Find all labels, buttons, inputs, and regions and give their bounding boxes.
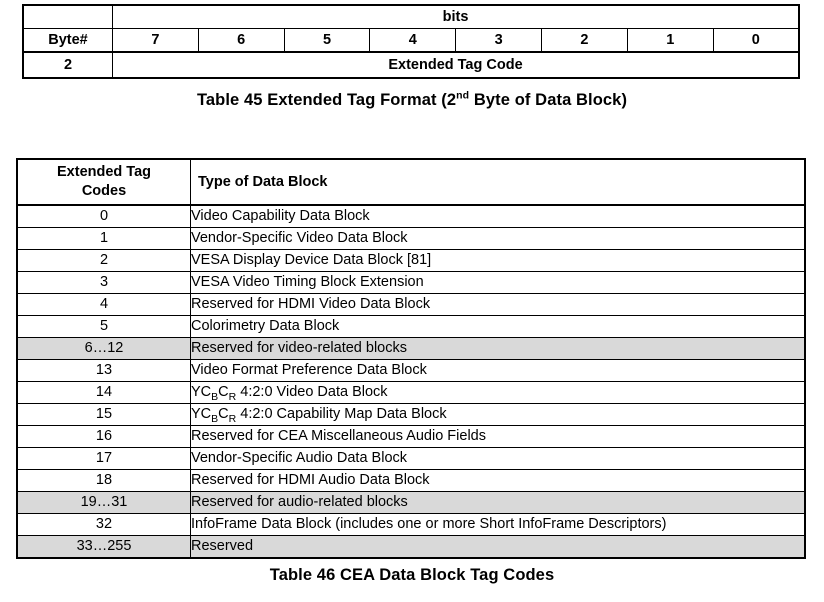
data-block-type-cell: Video Format Preference Data Block [190,359,806,382]
tag-code-cell: 14 [16,381,191,404]
table-row: 16 Reserved for CEA Miscellaneous Audio F… [16,425,806,448]
data-block-type-cell: Colorimetry Data Block [190,315,806,338]
tag-code-cell: 2 [16,249,191,272]
data-block-type-cell: Reserved for HDMI Audio Data Block [190,469,806,492]
tag-code-cell: 32 [16,513,191,536]
table-row: 3 VESA Video Timing Block Extension [16,271,806,294]
caption-45-prefix: Table 45 Extended Tag Format (2 [196,91,457,109]
byte-number-header-cell: Byte# [22,28,113,53]
extended-tag-format-table: bits Byte# 7 6 5 4 3 2 1 0 2 Extended Ta… [22,4,800,79]
data-block-type-cell: Reserved for CEA Miscellaneous Audio Fie… [190,425,806,448]
extended-tag-codes-header-cell: Extended Tag Codes [16,158,191,206]
table-row: 32 InfoFrame Data Block (includes one or … [16,513,806,536]
header-code-line-1: Extended Tag [57,164,151,180]
table-row: 0 Video Capability Data Block [16,204,806,228]
tag-code-cell: 19…31 [16,491,191,514]
header-code-line-2: Codes [81,183,127,199]
data-block-type-cell: Reserved [190,535,806,559]
data-block-type-cell: Video Capability Data Block [190,204,806,228]
bit-label-3: 3 [455,28,543,53]
data-block-type-cell: Reserved for video-related blocks [190,337,806,360]
tag-code-cell: 6…12 [16,337,191,360]
tag-code-cell: 4 [16,293,191,316]
data-block-type-cell: Vendor-Specific Video Data Block [190,227,806,250]
table-row: 33…255 Reserved [16,535,806,559]
tag-code-cell: 15 [16,403,191,426]
table-row: 2 VESA Display Device Data Block [81] [16,249,806,272]
bit-label-0: 0 [712,28,800,53]
table-row: 5 Colorimetry Data Block [16,315,806,338]
table-row: 17 Vendor-Specific Audio Data Block [16,447,806,470]
table-row: 2 Extended Tag Code [22,51,800,79]
bit-label-7: 7 [112,28,199,53]
table-45-caption: Table 45 Extended Tag Format (2nd Byte o… [0,89,824,110]
corner-spacer-cell [22,4,113,29]
data-block-type-cell: Reserved for HDMI Video Data Block [190,293,806,316]
table-row: 6…12 Reserved for video-related blocks [16,337,806,360]
tag-code-cell: 13 [16,359,191,382]
table-row: 4 Reserved for HDMI Video Data Block [16,293,806,316]
table-header-row: Extended Tag Codes Type of Data Block [16,158,806,206]
table-row: 18 Reserved for HDMI Audio Data Block [16,469,806,492]
table-row: 15 YCBCR 4:2:0 Capability Map Data Block [16,403,806,426]
table-row: 1 Vendor-Specific Video Data Block [16,227,806,250]
tag-code-cell: 3 [16,271,191,294]
bit-label-4: 4 [369,28,457,53]
table-46-container: Extended Tag Codes Type of Data Block 0V… [16,158,806,559]
bit-label-1: 1 [626,28,714,53]
table-row: bits [22,4,800,29]
data-block-type-cell: Vendor-Specific Audio Data Block [190,447,806,470]
table-46-caption: Table 46 CEA Data Block Tag Codes [269,566,555,584]
table-row: 19…31 Reserved for audio-related blocks [16,491,806,514]
tag-code-cell: 33…255 [16,535,191,559]
tag-code-cell: 1 [16,227,191,250]
tag-code-cell: 5 [16,315,191,338]
data-block-type-cell: Reserved for audio-related blocks [190,491,806,514]
type-of-data-block-header-cell: Type of Data Block [190,158,806,206]
bit-label-2: 2 [541,28,628,53]
data-block-type-cell: YCBCR 4:2:0 Capability Map Data Block [190,403,806,426]
tag-code-cell: 18 [16,469,191,492]
data-block-type-cell: VESA Video Timing Block Extension [190,271,806,294]
tag-code-cell: 16 [16,425,191,448]
data-block-type-cell: InfoFrame Data Block (includes one or mo… [190,513,806,536]
caption-45-superscript: nd [456,89,470,102]
bit-label-6: 6 [197,28,285,53]
tag-code-cell: 0 [16,204,191,228]
table-row: Byte# 7 6 5 4 3 2 1 0 [22,28,800,53]
byte-number-value-cell: 2 [22,51,113,79]
table-row: 14 YCBCR 4:2:0 Video Data Block [16,381,806,404]
tag-code-cell: 17 [16,447,191,470]
extended-tag-code-field-cell: Extended Tag Code [112,51,800,79]
table-row: 13 Video Format Preference Data Block [16,359,806,382]
bits-header-cell: bits [112,4,800,29]
data-block-type-cell: YCBCR 4:2:0 Video Data Block [190,381,806,404]
caption-45-suffix: Byte of Data Block) [469,91,628,109]
table-45-container: bits Byte# 7 6 5 4 3 2 1 0 2 Extended Ta… [22,4,800,79]
bit-label-5: 5 [283,28,371,53]
cea-data-block-tag-codes-table: Extended Tag Codes Type of Data Block 0V… [16,158,806,559]
data-block-type-cell: VESA Display Device Data Block [81] [190,249,806,272]
